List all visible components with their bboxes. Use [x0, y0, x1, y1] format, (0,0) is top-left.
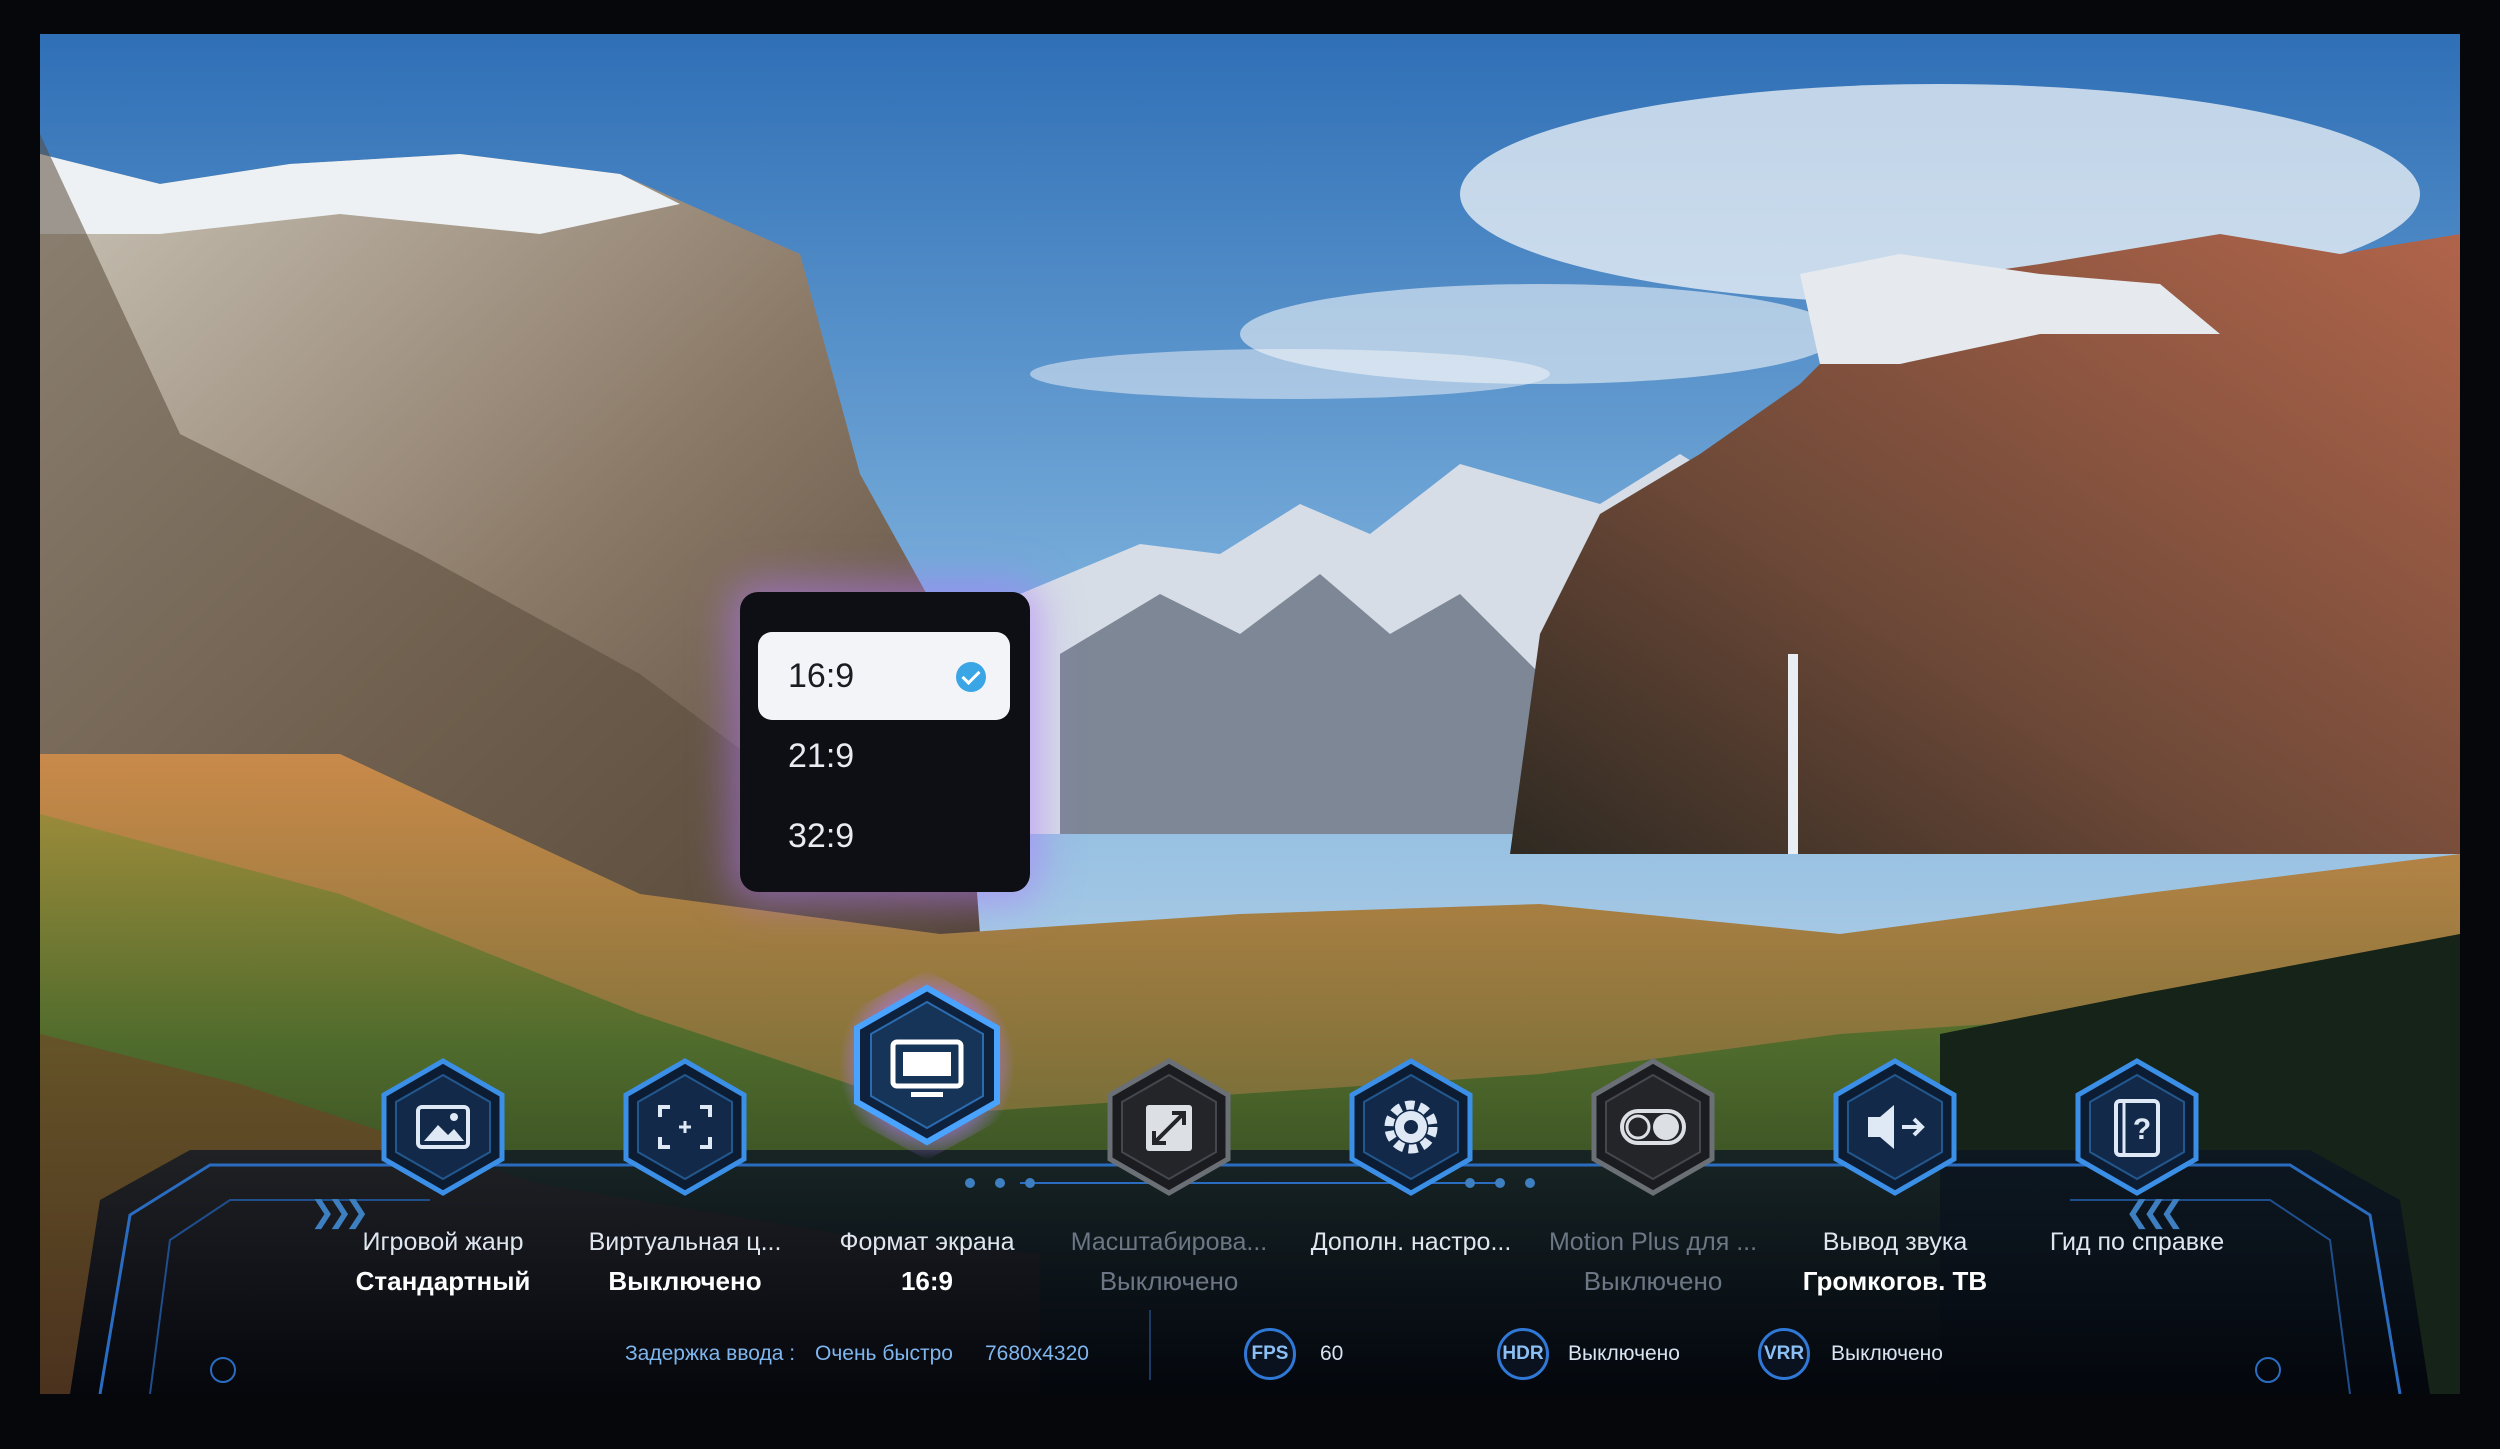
tile-value: Выключено	[1099, 1266, 1239, 1296]
gear-icon	[1349, 1058, 1473, 1196]
aspect-option-label: 32:9	[788, 816, 855, 855]
chevrons-left-icon: ❮❮❮	[2125, 1196, 2184, 1229]
fps-value: 60	[1320, 1342, 1344, 1365]
expand-icon	[1107, 1058, 1231, 1196]
tile-value: Громкогов. ТВ	[1802, 1266, 1988, 1296]
tile-name: Вывод звука	[1822, 1228, 1968, 1256]
aspect-option-32-9[interactable]: 32:9	[758, 792, 1010, 880]
help-book-icon: ?	[2075, 1058, 2199, 1196]
input-lag-value: Очень быстро	[815, 1342, 953, 1365]
svg-text:?: ?	[2133, 1113, 2151, 1146]
vrr-badge: VRR	[1758, 1328, 1810, 1380]
game-bar: ❯❯❯ ❮❮❮ Игровой жанр Стандартный Виртуал…	[40, 970, 2460, 1394]
tile-name: Motion Plus для ...	[1548, 1228, 1758, 1256]
aspect-option-21-9[interactable]: 21:9	[758, 712, 1010, 800]
tile-value: Стандартный	[355, 1266, 531, 1296]
aspect-option-16-9[interactable]: 16:9	[758, 632, 1010, 720]
hdr-badge: HDR	[1497, 1328, 1549, 1380]
screen-icon	[839, 970, 1015, 1160]
input-lag-label: Задержка ввода :	[625, 1342, 796, 1365]
aspect-option-label: 16:9	[788, 656, 855, 695]
tile-value: Выключено	[608, 1266, 762, 1296]
tile-name: Формат экрана	[839, 1228, 1015, 1256]
picture-icon	[381, 1058, 505, 1196]
tile-value: 16:9	[900, 1266, 954, 1296]
checkmark-icon	[956, 662, 986, 692]
toggle-icon	[1591, 1058, 1715, 1196]
tile-value: Выключено	[1583, 1266, 1723, 1296]
tile-name: Виртуальная ц...	[588, 1228, 782, 1256]
tile-name: Дополн. настро...	[1310, 1228, 1512, 1256]
fps-badge: FPS	[1244, 1328, 1296, 1380]
resolution-value: 7680x4320	[985, 1342, 1089, 1365]
crosshair-icon	[623, 1058, 747, 1196]
vrr-value: Выключено	[1831, 1342, 1943, 1365]
aspect-ratio-popup: 16:9 21:9 32:9	[740, 592, 1030, 892]
chevrons-right-icon: ❯❯❯	[310, 1196, 369, 1229]
hdr-value: Выключено	[1568, 1342, 1680, 1365]
aspect-option-label: 21:9	[788, 736, 855, 775]
speaker-icon	[1833, 1058, 1957, 1196]
tile-name: Игровой жанр	[362, 1228, 524, 1256]
tile-name: Гид по справке	[2049, 1228, 2225, 1256]
tile-name: Масштабирова...	[1070, 1228, 1268, 1256]
